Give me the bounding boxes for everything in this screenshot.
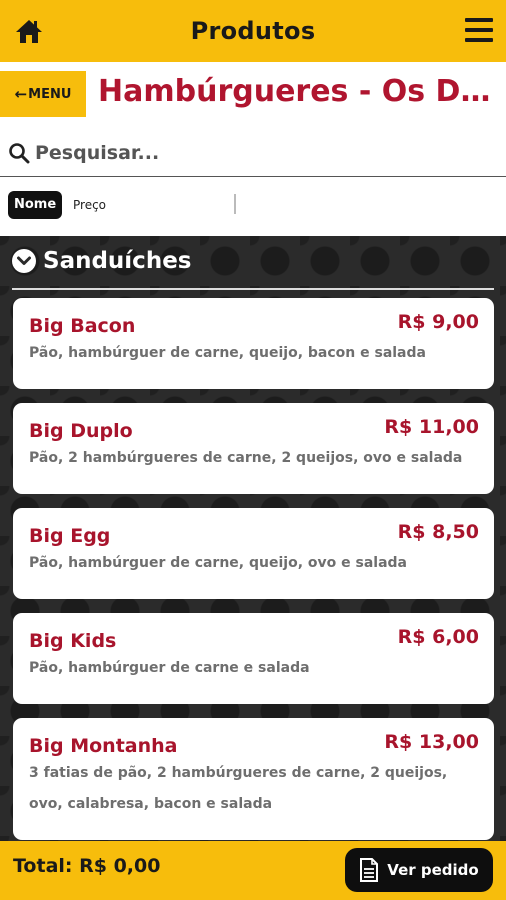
home-icon[interactable]: [14, 16, 44, 46]
order-total: Total: R$ 0,00: [13, 855, 161, 877]
product-price: R$ 8,50: [397, 521, 479, 543]
back-button-label: MENU: [28, 86, 72, 102]
menu-line: [465, 28, 493, 32]
product-card[interactable]: Big Kids R$ 6,00 Pão, hambúrguer de carn…: [13, 613, 494, 704]
product-description: Pão, 2 hambúrgueres de carne, 2 queijos,…: [29, 450, 463, 466]
section-header[interactable]: Sanduíches: [12, 248, 191, 274]
arrow-left-icon: ←: [14, 85, 28, 103]
view-order-label: Ver pedido: [387, 861, 479, 879]
search-icon: [9, 143, 30, 164]
product-card[interactable]: Big Montanha R$ 13,00 3 fatias de pão, 2…: [13, 718, 494, 840]
category-title: Hambúrgueres - Os Dois Irmãos: [98, 74, 498, 109]
menu-line: [465, 18, 493, 22]
product-description: 3 fatias de pão, 2 hambúrgueres de carne…: [29, 765, 448, 812]
sort-options: Nome Preço: [0, 177, 506, 235]
product-card[interactable]: Big Bacon R$ 9,00 Pão, hambúrguer de car…: [13, 298, 494, 389]
document-icon: [360, 858, 379, 882]
hamburger-menu-icon[interactable]: [465, 18, 493, 44]
product-description: Pão, hambúrguer de carne e salada: [29, 660, 310, 676]
section-divider: [12, 288, 494, 290]
search-bar: [0, 130, 506, 177]
top-app-bar: Produtos: [0, 0, 506, 62]
product-description: Pão, hambúrguer de carne, queijo, bacon …: [29, 345, 426, 361]
back-to-menu-button[interactable]: ← MENU: [0, 71, 86, 117]
page-title: Produtos: [190, 17, 316, 45]
chevron-down-icon: [12, 249, 36, 273]
section-title: Sanduíches: [43, 248, 192, 274]
sort-by-price-button[interactable]: Preço: [73, 191, 106, 219]
view-order-button[interactable]: Ver pedido: [345, 848, 493, 892]
product-price: R$ 6,00: [397, 626, 479, 648]
product-list[interactable]: Sanduíches Big Bacon R$ 9,00 Pão, hambúr…: [0, 236, 506, 841]
product-price: R$ 9,00: [397, 311, 479, 333]
order-bar: Total: R$ 0,00 Ver pedido: [0, 841, 506, 900]
product-card[interactable]: Big Duplo R$ 11,00 Pão, 2 hambúrgueres d…: [13, 403, 494, 494]
search-input[interactable]: [35, 142, 475, 164]
menu-line: [465, 38, 493, 42]
product-price: R$ 11,00: [384, 416, 479, 438]
divider: [234, 194, 236, 214]
sort-by-name-button[interactable]: Nome: [8, 191, 63, 219]
category-header: ← MENU Hambúrgueres - Os Dois Irmãos: [0, 62, 506, 124]
product-card[interactable]: Big Egg R$ 8,50 Pão, hambúrguer de carne…: [13, 508, 494, 599]
product-price: R$ 13,00: [384, 731, 479, 753]
product-description: Pão, hambúrguer de carne, queijo, ovo e …: [29, 555, 407, 571]
